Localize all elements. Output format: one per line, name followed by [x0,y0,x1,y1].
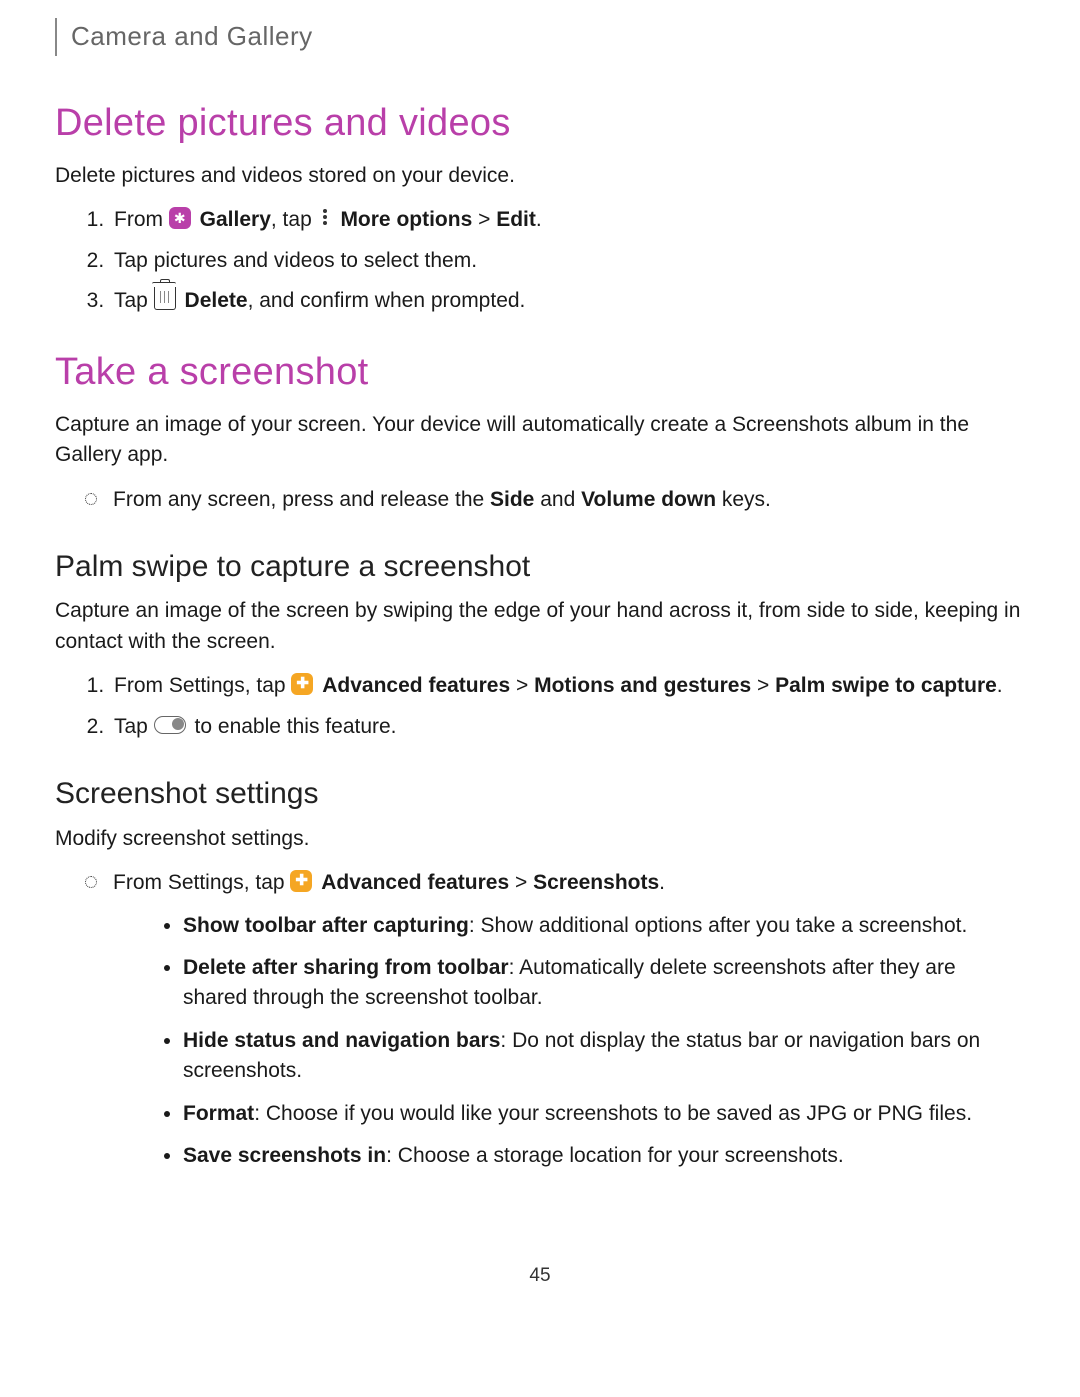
intro-delete: Delete pictures and videos stored on you… [55,161,1025,191]
steps-palm-swipe: From Settings, tap Advanced features > M… [55,671,1025,742]
palm-step-1: From Settings, tap Advanced features > M… [110,671,1025,701]
palm-step-2: Tap to enable this feature. [110,712,1025,742]
heading-take-screenshot: Take a screenshot [55,345,1025,400]
opt-hide-bars: Hide status and navigation bars: Do not … [183,1026,1025,1087]
heading-screenshot-settings: Screenshot settings [55,772,1025,816]
opt-show-toolbar: Show toolbar after capturing: Show addit… [183,911,1025,941]
intro-screenshot: Capture an image of your screen. Your de… [55,410,1025,471]
screenshot-key-combo: From any screen, press and release the S… [93,485,1025,515]
screenshot-options: Show toolbar after capturing: Show addit… [113,911,1025,1172]
more-options-icon [318,207,332,227]
breadcrumb: Camera and Gallery [55,18,1025,56]
breadcrumb-text: Camera and Gallery [71,21,313,51]
heading-palm-swipe: Palm swipe to capture a screenshot [55,545,1025,589]
step-2: Tap pictures and videos to select them. [110,246,1025,276]
advanced-features-icon [290,870,312,892]
opt-format: Format: Choose if you would like your sc… [183,1099,1025,1129]
screenshot-step: From any screen, press and release the S… [55,485,1025,515]
step-1: From Gallery, tap More options > Edit. [110,205,1025,235]
intro-palm-swipe: Capture an image of the screen by swipin… [55,596,1025,657]
heading-delete-pictures: Delete pictures and videos [55,96,1025,151]
intro-screenshot-settings: Modify screenshot settings. [55,824,1025,854]
opt-save-location: Save screenshots in: Choose a storage lo… [183,1141,1025,1171]
page-number: 45 [55,1262,1025,1290]
screenshot-settings-path: From Settings, tap Advanced features > S… [93,868,1025,1172]
gallery-icon [169,207,191,229]
trash-icon [154,287,176,310]
screenshot-settings-nav: From Settings, tap Advanced features > S… [55,868,1025,1172]
step-3: Tap Delete, and confirm when prompted. [110,286,1025,316]
steps-delete: From Gallery, tap More options > Edit. T… [55,205,1025,316]
toggle-icon [154,716,186,734]
opt-delete-after-share: Delete after sharing from toolbar: Autom… [183,953,1025,1014]
advanced-features-icon [291,673,313,695]
